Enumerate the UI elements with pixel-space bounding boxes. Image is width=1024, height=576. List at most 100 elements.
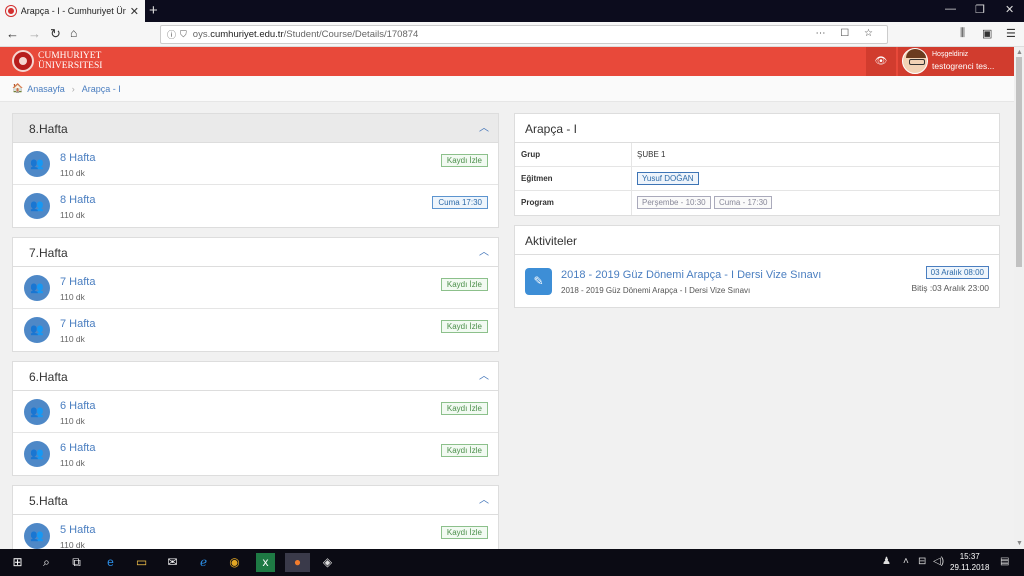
lesson-item: 👥 6 Hafta 110 dk Kaydı İzle bbox=[13, 391, 498, 433]
chevron-up-icon[interactable]: ︿ bbox=[479, 243, 489, 258]
activities-panel: Aktiviteler ✎ 2018 - 2019 Güz Dönemi Ara… bbox=[514, 225, 1000, 308]
users-icon: 👥 bbox=[24, 399, 50, 425]
minimize-icon[interactable]: — bbox=[945, 3, 956, 15]
app-icon[interactable]: ◈ bbox=[318, 553, 337, 572]
scroll-down-icon[interactable]: ▼ bbox=[1016, 540, 1023, 547]
lesson-item: 👥 8 Hafta 110 dk Kaydı İzle bbox=[13, 143, 498, 185]
excel-icon[interactable]: x bbox=[256, 553, 275, 572]
chevron-up-icon[interactable]: ︿ bbox=[479, 119, 489, 134]
week-header[interactable]: 7.Hafta ︿ bbox=[13, 238, 498, 267]
schedule-badge[interactable]: Cuma 17:30 bbox=[432, 196, 488, 209]
week-title: 7.Hafta bbox=[29, 246, 68, 260]
maximize-icon[interactable]: ❐ bbox=[975, 3, 985, 16]
week-panel: 6.Hafta ︿ 👥 6 Hafta 110 dk Kaydı İzle 👥 … bbox=[12, 361, 499, 476]
group-value: ŞUBE 1 bbox=[637, 150, 666, 159]
program-slot-badge: Perşembe - 10:30 bbox=[637, 196, 711, 209]
mail-icon[interactable]: ✉ bbox=[163, 553, 182, 572]
sidebar-icon[interactable]: ▣ bbox=[982, 27, 992, 40]
task-view-icon[interactable]: ⧉ bbox=[67, 553, 86, 572]
eye-icon[interactable]: 👁 bbox=[866, 47, 896, 76]
browser-tabbar: Arapça - I - Cumhuriyet Üniver ✕ + — ❐ ✕ bbox=[0, 0, 1024, 22]
taskbar: ⊞ ⌕ ⧉ e ▭ ✉ ℯ ◉ x ● ◈ ♟ ˄ ⊟ ◁) 15:37 29.… bbox=[0, 549, 1024, 576]
url-text: oys.cumhuriyet.edu.tr/Student/Course/Det… bbox=[192, 29, 419, 40]
breadcrumb-current[interactable]: Arapça - I bbox=[82, 84, 121, 94]
chrome-icon[interactable]: ◉ bbox=[225, 553, 244, 572]
home-icon[interactable]: 🏠 bbox=[12, 83, 23, 94]
activity-subtitle: 2018 - 2019 Güz Dönemi Arapça - I Dersi … bbox=[561, 286, 751, 295]
divider bbox=[631, 143, 632, 166]
scrollbar-thumb[interactable] bbox=[1016, 57, 1022, 267]
teacher-badge[interactable]: Yusuf DOĞAN bbox=[637, 172, 699, 185]
course-info-panel: Arapça - I Grup ŞUBE 1 Eğitmen Yusuf DOĞ… bbox=[514, 113, 1000, 216]
lesson-title[interactable]: 8 Hafta bbox=[60, 152, 95, 164]
week-panel: 5.Hafta ︿ 👥 5 Hafta 110 dk Kaydı İzle bbox=[12, 485, 499, 549]
firefox-icon[interactable]: ● bbox=[285, 553, 310, 572]
search-icon[interactable]: ⌕ bbox=[37, 553, 56, 572]
university-name[interactable]: CUMHURIYET ÜNIVERSITESI bbox=[38, 51, 102, 71]
lesson-title[interactable]: 8 Hafta bbox=[60, 194, 95, 206]
system-clock[interactable]: 15:37 29.11.2018 bbox=[950, 551, 989, 573]
lesson-title[interactable]: 6 Hafta bbox=[60, 442, 95, 454]
info-icon[interactable]: ⓘ bbox=[167, 28, 176, 41]
lesson-item: 👥 7 Hafta 110 dk Kaydı İzle bbox=[13, 267, 498, 309]
lesson-title[interactable]: 6 Hafta bbox=[60, 400, 95, 412]
activity-title[interactable]: 2018 - 2019 Güz Dönemi Arapça - I Dersi … bbox=[561, 269, 821, 281]
tab-title: Arapça - I - Cumhuriyet Üniver bbox=[20, 6, 126, 16]
week-header[interactable]: 8.Hafta ︿ bbox=[13, 114, 498, 143]
watch-recording-button[interactable]: Kaydı İzle bbox=[440, 320, 488, 333]
page-actions[interactable]: ⋯ ☐ ☆ bbox=[816, 28, 880, 39]
browser-tab[interactable]: Arapça - I - Cumhuriyet Üniver ✕ bbox=[0, 0, 145, 22]
site-header: CUMHURIYET ÜNIVERSITESI 👁 Hoşgeldiniz te… bbox=[0, 47, 1014, 76]
watch-recording-button[interactable]: Kaydı İzle bbox=[440, 154, 488, 167]
tracking-shield-icon[interactable]: ⛉ bbox=[180, 29, 187, 40]
user-menu[interactable]: Hoşgeldiniz testogrenci tes... bbox=[898, 47, 1014, 76]
activities-title: Aktiviteler bbox=[525, 234, 578, 248]
program-label: Program bbox=[521, 198, 554, 207]
watch-recording-button[interactable]: Kaydı İzle bbox=[440, 526, 488, 539]
windows-start-icon[interactable]: ⊞ bbox=[8, 553, 27, 572]
back-arrow-icon[interactable]: ← bbox=[6, 26, 19, 41]
chevron-up-icon[interactable]: ︿ bbox=[479, 367, 489, 382]
internet-explorer-icon[interactable]: ℯ bbox=[194, 553, 213, 572]
home-icon[interactable]: ⌂ bbox=[70, 26, 77, 40]
users-icon: 👥 bbox=[24, 151, 50, 177]
clock-time: 15:37 bbox=[959, 552, 980, 561]
breadcrumb-separator: › bbox=[71, 83, 75, 94]
chevron-up-icon[interactable]: ︿ bbox=[479, 491, 489, 506]
watch-recording-button[interactable]: Kaydı İzle bbox=[440, 444, 488, 457]
week-header[interactable]: 5.Hafta ︿ bbox=[13, 486, 498, 515]
watch-recording-button[interactable]: Kaydı İzle bbox=[440, 278, 488, 291]
user-tray-icon[interactable]: ♟ bbox=[882, 556, 891, 567]
menu-icon[interactable]: ☰ bbox=[1006, 27, 1016, 40]
forward-arrow-icon[interactable]: → bbox=[28, 26, 41, 41]
breadcrumb-home[interactable]: Anasayfa bbox=[27, 84, 65, 94]
lesson-duration: 110 dk bbox=[60, 210, 85, 220]
volume-icon[interactable]: ◁) bbox=[933, 556, 944, 567]
close-tab-icon[interactable]: ✕ bbox=[130, 5, 139, 18]
library-icon[interactable]: ⫼ bbox=[960, 27, 965, 40]
lesson-item: 👥 6 Hafta 110 dk Kaydı İzle bbox=[13, 433, 498, 475]
new-tab-icon[interactable]: + bbox=[149, 2, 158, 19]
lesson-title[interactable]: 7 Hafta bbox=[60, 318, 95, 330]
lesson-title[interactable]: 5 Hafta bbox=[60, 524, 95, 536]
notification-icon[interactable]: ▤ bbox=[1000, 556, 1009, 567]
reload-icon[interactable]: ↻ bbox=[50, 26, 61, 42]
watch-recording-button[interactable]: Kaydı İzle bbox=[440, 402, 488, 415]
close-window-icon[interactable]: ✕ bbox=[1005, 3, 1014, 16]
edit-icon: ✎ bbox=[525, 268, 552, 295]
chevron-up-icon[interactable]: ˄ bbox=[903, 556, 909, 567]
file-explorer-icon[interactable]: ▭ bbox=[132, 553, 151, 572]
university-logo[interactable] bbox=[12, 50, 34, 72]
page-scrollbar[interactable]: ▲ ▼ bbox=[1014, 47, 1024, 549]
group-label: Grup bbox=[521, 150, 541, 159]
activity-end-date: Bitiş :03 Aralık 23:00 bbox=[911, 283, 990, 293]
lesson-title[interactable]: 7 Hafta bbox=[60, 276, 95, 288]
week-title: 6.Hafta bbox=[29, 370, 68, 384]
scroll-up-icon[interactable]: ▲ bbox=[1016, 49, 1023, 56]
edge-icon[interactable]: e bbox=[101, 553, 120, 572]
week-header[interactable]: 6.Hafta ︿ bbox=[13, 362, 498, 391]
users-icon: 👥 bbox=[24, 193, 50, 219]
lesson-item: 👥 5 Hafta 110 dk Kaydı İzle bbox=[13, 515, 498, 549]
url-bar[interactable]: ⓘ ⛉ oys.cumhuriyet.edu.tr/Student/Course… bbox=[160, 25, 888, 44]
network-icon[interactable]: ⊟ bbox=[918, 556, 926, 567]
